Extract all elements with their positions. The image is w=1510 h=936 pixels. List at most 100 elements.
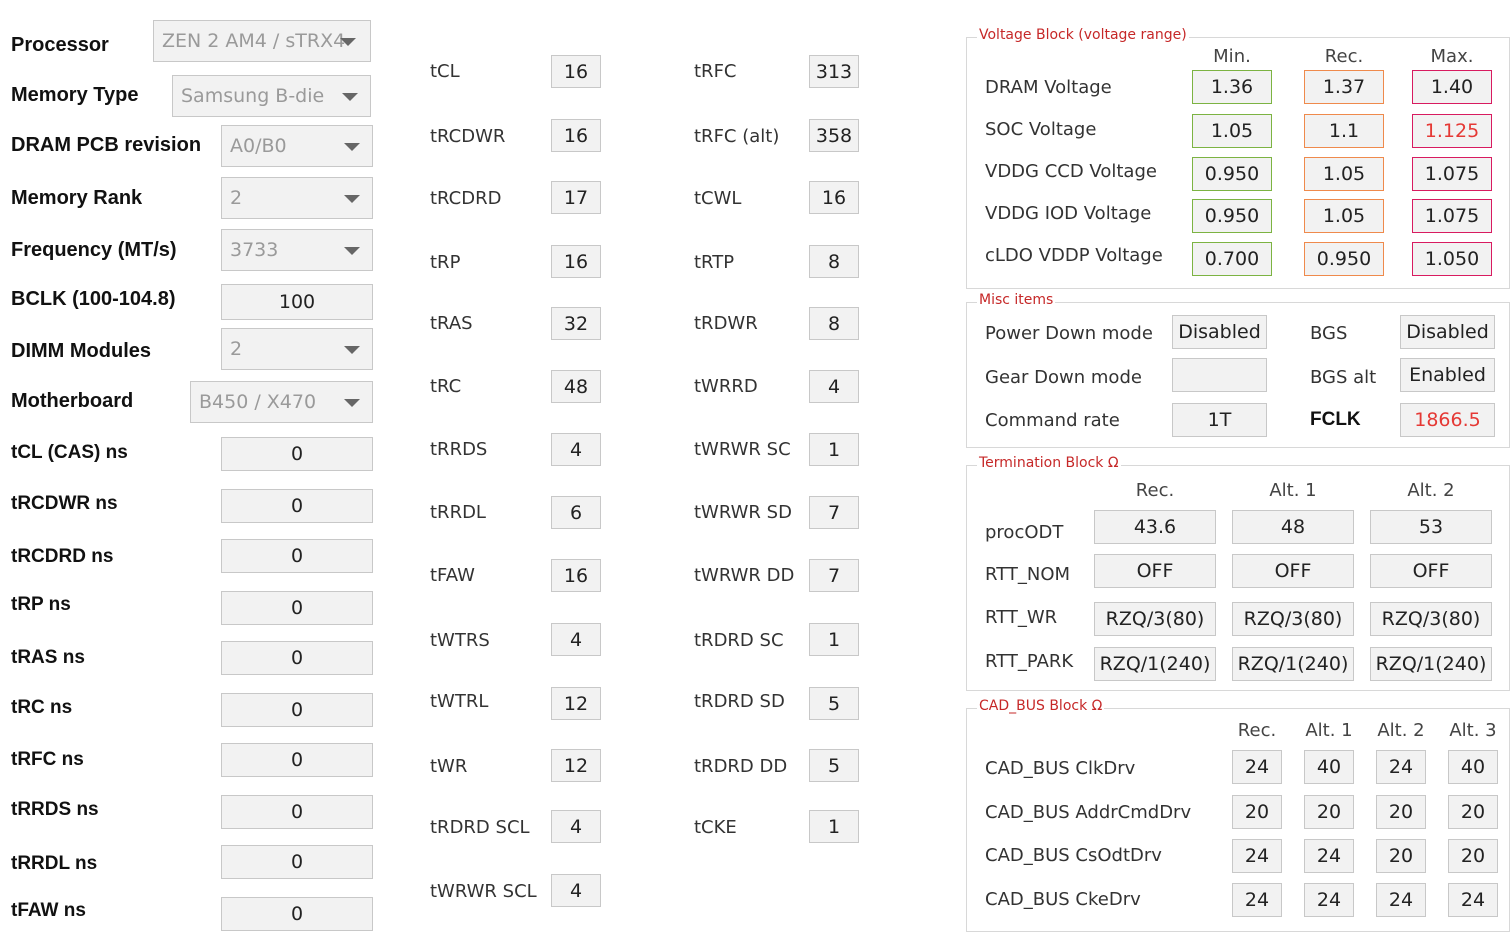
timing-label: tRAS [430, 313, 473, 334]
timing-input[interactable]: 1 [809, 433, 859, 466]
cad-value[interactable]: 24 [1448, 883, 1498, 917]
voltage-max[interactable]: 1.075 [1412, 199, 1492, 233]
mb-select[interactable]: B450 / X470 [190, 381, 373, 423]
timing-input[interactable]: 17 [551, 181, 601, 214]
dimm-select[interactable]: 2 [221, 328, 373, 370]
cad-value[interactable]: 20 [1376, 839, 1426, 873]
bclk-input[interactable]: 100 [221, 284, 373, 320]
term-value[interactable]: 43.6 [1094, 510, 1216, 544]
timing-input[interactable]: 4 [551, 874, 601, 907]
cad-value[interactable]: 20 [1376, 795, 1426, 829]
pcb-select[interactable]: A0/B0 [221, 125, 373, 167]
voltage-rec[interactable]: 1.1 [1304, 114, 1384, 148]
timing-input[interactable]: 4 [551, 810, 601, 843]
ns-label: tRCDWR ns [11, 493, 118, 514]
timing-input[interactable]: 32 [551, 307, 601, 340]
timing-input[interactable]: 16 [551, 119, 601, 152]
timing-input[interactable]: 4 [551, 433, 601, 466]
timing-input[interactable]: 16 [551, 55, 601, 88]
term-value[interactable]: OFF [1370, 554, 1492, 588]
voltage-rec[interactable]: 1.05 [1304, 157, 1384, 191]
ns-input[interactable]: 0 [221, 693, 373, 727]
cad-value[interactable]: 24 [1376, 750, 1426, 784]
ns-input[interactable]: 0 [221, 591, 373, 625]
ns-input[interactable]: 0 [221, 539, 373, 573]
ns-input[interactable]: 0 [221, 641, 373, 675]
freq-select[interactable]: 3733 [221, 229, 373, 271]
fclk-value[interactable]: 1866.5 [1400, 403, 1495, 437]
geardown-value[interactable] [1172, 358, 1267, 392]
timing-input[interactable]: 4 [551, 623, 601, 656]
cad-value[interactable]: 24 [1376, 883, 1426, 917]
timing-input[interactable]: 12 [551, 687, 601, 720]
voltage-min[interactable]: 1.36 [1192, 70, 1272, 104]
cmdrate-value[interactable]: 1T [1172, 403, 1267, 437]
term-value[interactable]: 48 [1232, 510, 1354, 544]
cad-value[interactable]: 40 [1448, 750, 1498, 784]
timing-input[interactable]: 313 [809, 55, 859, 88]
timing-input[interactable]: 7 [809, 496, 859, 529]
voltage-rec[interactable]: 1.05 [1304, 199, 1384, 233]
timing-input[interactable]: 16 [809, 181, 859, 214]
cad-value[interactable]: 20 [1448, 795, 1498, 829]
timing-input[interactable]: 5 [809, 687, 859, 720]
bgsalt-value[interactable]: Enabled [1400, 358, 1495, 392]
voltage-min[interactable]: 0.700 [1192, 242, 1272, 276]
ns-input[interactable]: 0 [221, 845, 373, 879]
voltage-max[interactable]: 1.125 [1412, 114, 1492, 148]
cad-value[interactable]: 24 [1232, 883, 1282, 917]
voltage-max[interactable]: 1.075 [1412, 157, 1492, 191]
timing-label: tRCDWR [430, 126, 506, 147]
cad-value[interactable]: 24 [1232, 750, 1282, 784]
timing-input[interactable]: 12 [551, 749, 601, 782]
ns-input[interactable]: 0 [221, 897, 373, 931]
timing-input[interactable]: 16 [551, 245, 601, 278]
rank-select[interactable]: 2 [221, 177, 373, 219]
voltage-min[interactable]: 1.05 [1192, 114, 1272, 148]
term-value[interactable]: RZQ/3(80) [1370, 602, 1492, 636]
term-value[interactable]: RZQ/1(240) [1232, 647, 1354, 681]
timing-input[interactable]: 48 [551, 370, 601, 403]
timing-input[interactable]: 358 [809, 119, 859, 152]
cad-value[interactable]: 20 [1232, 795, 1282, 829]
memtype-select[interactable]: Samsung B-die [172, 75, 371, 117]
timing-input[interactable]: 8 [809, 307, 859, 340]
cad-value[interactable]: 20 [1304, 795, 1354, 829]
term-value[interactable]: RZQ/1(240) [1094, 647, 1216, 681]
bgs-value[interactable]: Disabled [1400, 315, 1495, 349]
voltage-rec[interactable]: 0.950 [1304, 242, 1384, 276]
cad-value[interactable]: 24 [1304, 883, 1354, 917]
cad-value[interactable]: 20 [1448, 839, 1498, 873]
voltage-max[interactable]: 1.40 [1412, 70, 1492, 104]
timing-label: tRDWR [694, 313, 758, 334]
timing-input[interactable]: 7 [809, 559, 859, 592]
voltage-min[interactable]: 0.950 [1192, 157, 1272, 191]
timing-input[interactable]: 6 [551, 496, 601, 529]
voltage-label: VDDG CCD Voltage [985, 161, 1157, 182]
voltage-min[interactable]: 0.950 [1192, 199, 1272, 233]
ns-input[interactable]: 0 [221, 795, 373, 829]
cad-value[interactable]: 24 [1232, 839, 1282, 873]
voltage-max[interactable]: 1.050 [1412, 242, 1492, 276]
term-value[interactable]: RZQ/1(240) [1370, 647, 1492, 681]
ns-input[interactable]: 0 [221, 437, 373, 471]
dimm-label: DIMM Modules [11, 340, 151, 362]
term-value[interactable]: 53 [1370, 510, 1492, 544]
timing-input[interactable]: 1 [809, 623, 859, 656]
processor-select[interactable]: ZEN 2 AM4 / sTRX4 [153, 20, 371, 62]
powerdown-value[interactable]: Disabled [1172, 315, 1267, 349]
ns-input[interactable]: 0 [221, 743, 373, 777]
term-value[interactable]: OFF [1094, 554, 1216, 588]
timing-input[interactable]: 8 [809, 245, 859, 278]
term-value[interactable]: OFF [1232, 554, 1354, 588]
voltage-rec[interactable]: 1.37 [1304, 70, 1384, 104]
timing-input[interactable]: 4 [809, 370, 859, 403]
timing-input[interactable]: 16 [551, 559, 601, 592]
timing-input[interactable]: 1 [809, 810, 859, 843]
term-value[interactable]: RZQ/3(80) [1094, 602, 1216, 636]
cad-value[interactable]: 24 [1304, 839, 1354, 873]
timing-input[interactable]: 5 [809, 749, 859, 782]
cad-value[interactable]: 40 [1304, 750, 1354, 784]
term-value[interactable]: RZQ/3(80) [1232, 602, 1354, 636]
ns-input[interactable]: 0 [221, 489, 373, 523]
